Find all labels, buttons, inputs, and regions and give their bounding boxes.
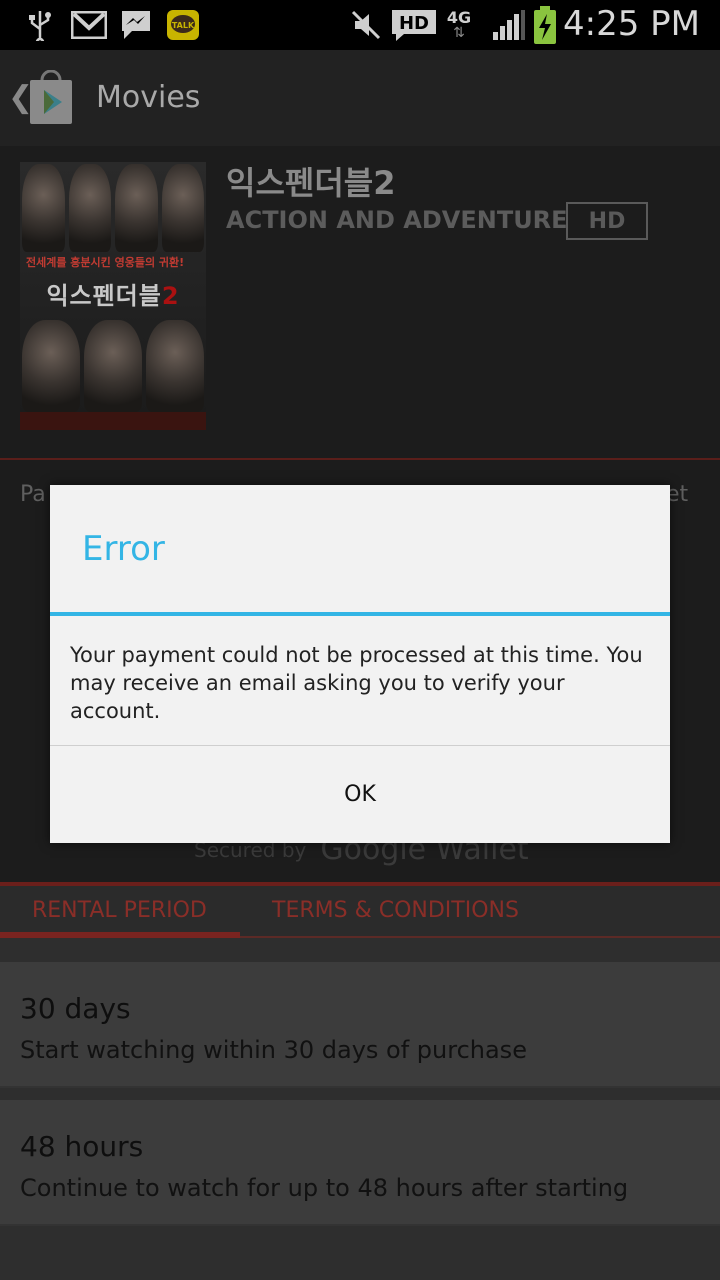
network-label: 4G [446,8,472,27]
poster-footer [20,412,206,430]
dialog-title-divider [50,612,670,616]
tab-rental-period[interactable]: RENTAL PERIOD [32,898,207,923]
dialog-message: Your payment could not be processed at t… [70,643,643,723]
movie-genre: ACTION AND ADVENTURE [226,206,568,234]
battery-charging-icon [532,6,558,44]
hd-voice-icon: HD [390,8,438,42]
play-store-icon[interactable] [28,69,74,126]
status-time: 4:25 PM [563,4,700,44]
error-dialog: Error Your payment could not be processe… [50,485,670,843]
hd-badge: HD [566,202,648,240]
signal-icon [490,8,526,42]
rental-option-description: Start watching within 30 days of purchas… [20,1036,527,1064]
payment-label: Pa [20,482,46,507]
list-item[interactable]: 48 hours Continue to watch for up to 48 … [0,1100,720,1226]
section-divider [0,458,720,460]
poster-title-text: 익스펜더블 [46,282,162,310]
rental-option-description: Continue to watch for up to 48 hours aft… [20,1174,629,1202]
poster-cast-bottom [20,318,206,414]
poster-tagline: 전세계를 흥분시킨 영웅들의 귀환! [26,256,185,269]
usb-icon [26,8,54,42]
kakaotalk-icon: TALK [166,8,200,42]
talk-label: TALK [172,21,195,30]
list-item[interactable]: 30 days Start watching within 30 days of… [0,962,720,1088]
data-arrows-icon: ⇅ [453,25,465,41]
poster-cast-top [20,162,206,254]
tab-bar: RENTAL PERIOD TERMS & CONDITIONS [0,882,720,938]
rental-option-title: 48 hours [20,1130,144,1163]
action-bar: ❮ Movies [0,50,720,146]
dialog-title: Error [82,529,165,569]
ok-button[interactable]: OK [50,746,670,843]
poster-title: 익스펜더블2 [26,276,200,311]
rental-option-title: 30 days [20,992,131,1025]
rental-options-list: 30 days Start watching within 30 days of… [0,938,720,1280]
mute-icon [350,8,382,42]
4g-icon: 4G ⇅ [444,8,474,42]
gmail-icon [70,8,108,42]
poster-title-number: 2 [161,282,180,310]
movie-title: 익스펜더블2 [226,164,396,202]
movie-poster: 전세계를 흥분시킨 영웅들의 귀환! 익스펜더블2 [20,162,206,430]
status-bar: TALK HD 4G ⇅ 4:25 PM [0,0,720,50]
hd-voice-label: HD [399,13,429,34]
messenger-icon [118,8,154,42]
tab-terms-conditions[interactable]: TERMS & CONDITIONS [272,898,519,923]
app-title[interactable]: Movies [96,80,200,115]
